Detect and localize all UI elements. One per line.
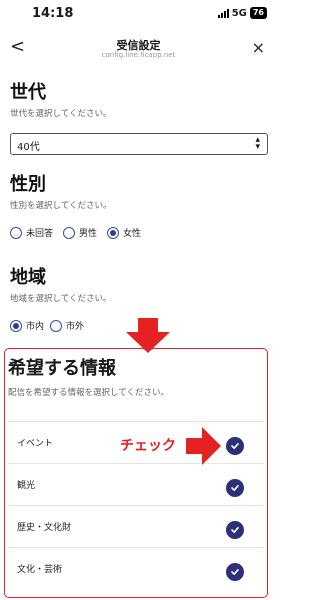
radio-label: 男性 (79, 229, 98, 239)
radio-label: 未回答 (26, 229, 54, 239)
gender-option-unanswered[interactable]: 未回答 (10, 226, 53, 239)
region-title: 地域 (10, 267, 46, 288)
radio-circle (63, 226, 76, 239)
battery-icon: 76 (249, 7, 267, 19)
item-label: 文化・芸術 (17, 565, 63, 575)
radio-circle (50, 319, 63, 332)
radio-label: 市内 (26, 322, 45, 332)
updown-chevron-icon: ▴ ▾ (255, 135, 260, 152)
item-label: 歴史・文化財 (17, 523, 72, 533)
generation-select[interactable]: 40代 ▴ ▾ (10, 133, 268, 155)
gender-desc: 性別を選択してください。 (10, 201, 112, 211)
generation-title: 世代 (10, 82, 46, 103)
close-icon[interactable]: × (252, 38, 265, 57)
radio-label: 女性 (123, 229, 142, 239)
check-icon[interactable] (226, 521, 244, 539)
gender-option-male[interactable]: 男性 (63, 226, 97, 239)
region-option-outside[interactable]: 市外 (50, 319, 84, 332)
item-label: イベント (17, 439, 54, 449)
radio-label: 市外 (66, 322, 85, 332)
network-type: 5G (231, 7, 247, 19)
check-annotation-label: チェック (120, 438, 176, 454)
gender-option-female[interactable]: 女性 (107, 226, 141, 239)
gender-radio-group: 未回答 男性 女性 (10, 226, 151, 239)
item-label: 観光 (17, 481, 36, 491)
check-icon[interactable] (226, 563, 244, 581)
page-url: config.line.ficapp.net (101, 51, 176, 59)
radio-circle-selected (10, 319, 22, 332)
info-item-history[interactable]: 歴史・文化財 (8, 505, 264, 546)
check-icon[interactable] (226, 479, 244, 497)
right-arrow-icon (186, 427, 221, 465)
gender-title: 性別 (10, 174, 46, 195)
info-item-tourism[interactable]: 観光 (8, 463, 264, 504)
info-item-culture[interactable]: 文化・芸術 (8, 547, 264, 588)
radio-circle (10, 226, 22, 239)
signal-icon (217, 8, 229, 18)
region-option-inside[interactable]: 市内 (10, 319, 44, 332)
radio-circle-selected (107, 226, 120, 239)
nav-bar: < 受信設定 config.line.ficapp.net × (0, 30, 277, 64)
info-desc: 配信を希望する情報を選択してください。 (8, 388, 169, 398)
info-title: 希望する情報 (8, 358, 116, 379)
status-time: 14:18 (32, 6, 74, 21)
generation-select-value: 40代 (17, 142, 40, 153)
check-icon[interactable] (226, 437, 244, 455)
status-indicators: 5G 76 (217, 7, 267, 19)
generation-desc: 世代を選択してください。 (10, 109, 112, 119)
region-desc: 地域を選択してください。 (10, 294, 112, 304)
region-radio-group: 市内 市外 (10, 319, 94, 332)
status-bar: 14:18 5G 76 (0, 0, 277, 26)
